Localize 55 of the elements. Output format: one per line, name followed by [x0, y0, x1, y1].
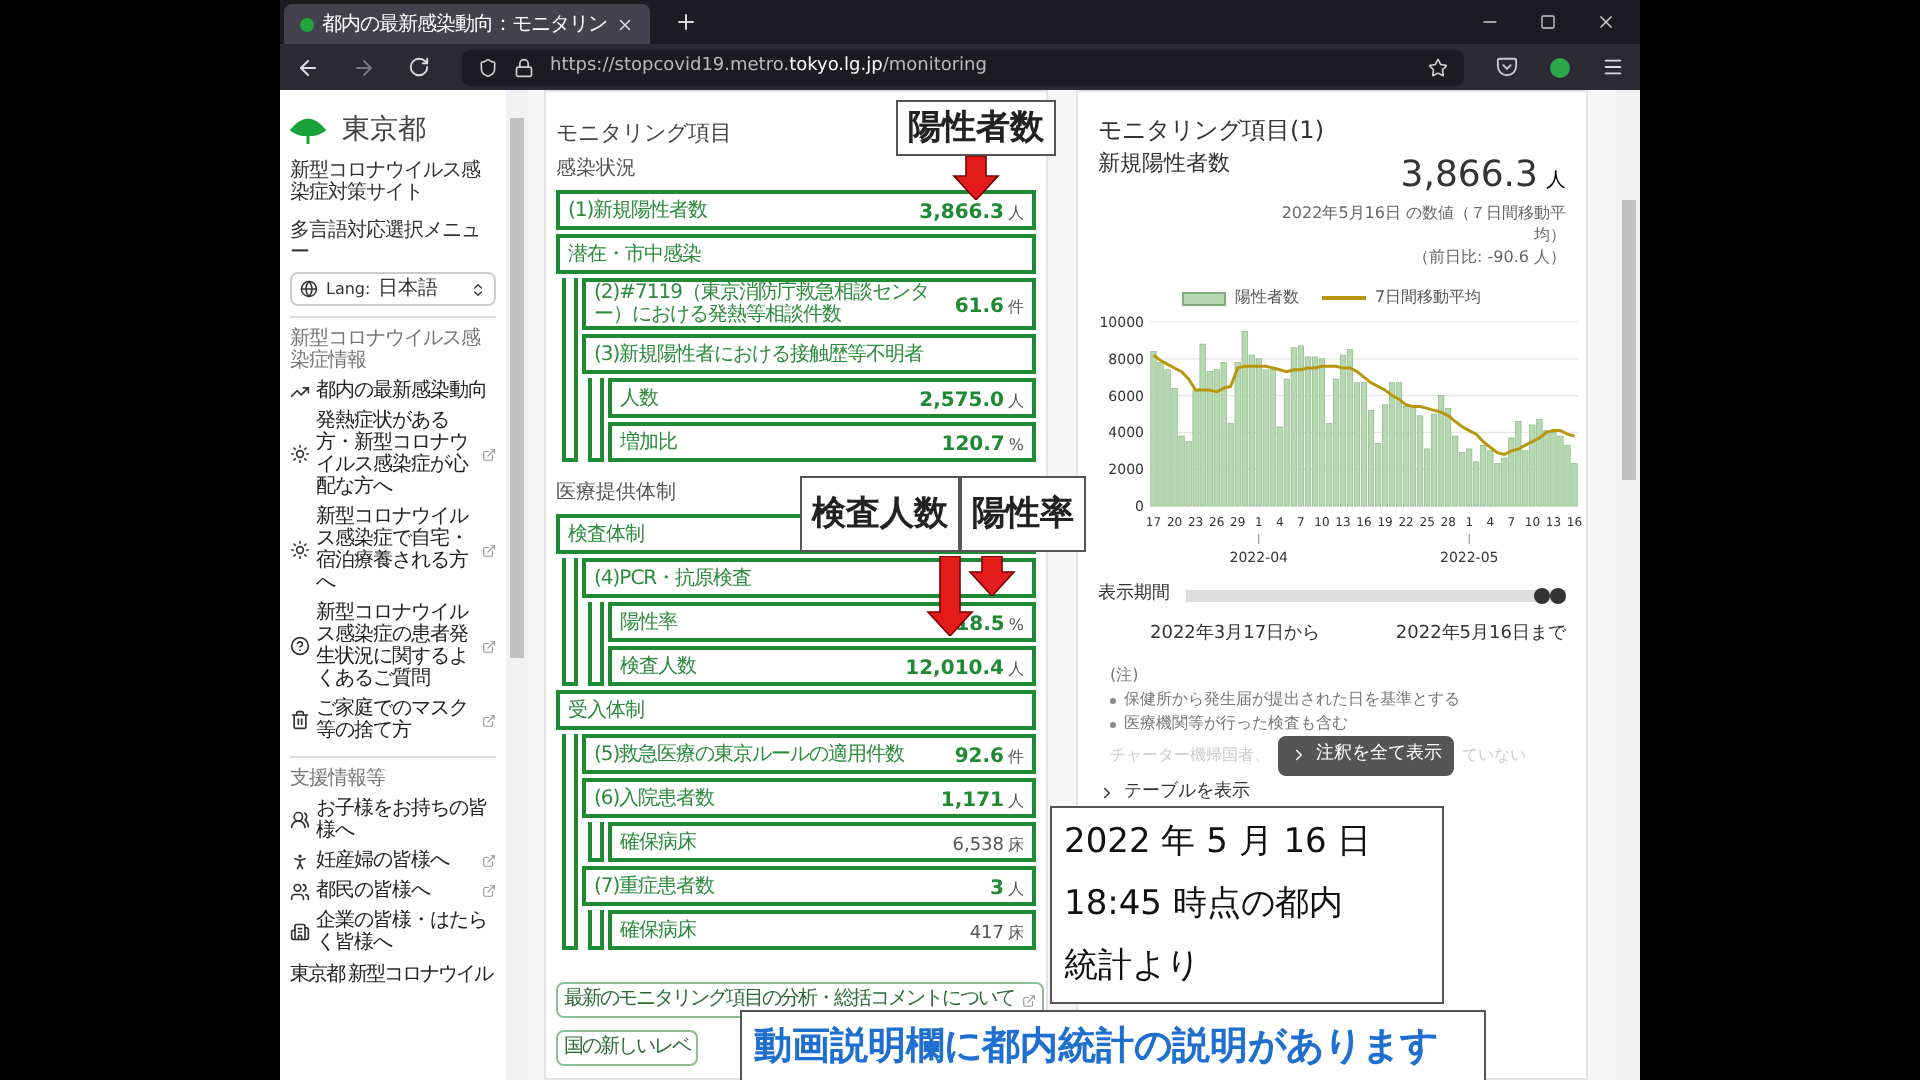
metric-label: (4)PCR・抗原検査	[594, 567, 752, 589]
callout-tooltip: 陽性率	[960, 476, 1086, 552]
metric-label: 確保病床	[620, 831, 696, 853]
metric-label: (1)新規陽性者数	[568, 199, 708, 221]
value-note: 2022年5月16日 の数値（７日間移動平均）	[1279, 202, 1566, 246]
metric-label: 陽性率	[620, 611, 677, 633]
metric-label: 受入体制	[568, 699, 644, 721]
metric-value: 417 床	[969, 921, 1024, 945]
metric-label: 検査体制	[568, 523, 644, 545]
card-title: モニタリング項目(1)	[1098, 114, 1326, 148]
notes-heading: (注)	[1110, 664, 1141, 688]
card-title: モニタリング項目	[556, 120, 732, 148]
note-item: 医療機関等が行った検査も含む	[1124, 712, 1348, 736]
metric-label: (2)#7119（東京消防庁救急相談センター）における発熱等相談件数	[594, 282, 931, 326]
metric-value: 2,575.0 人	[919, 388, 1024, 412]
metric-value: 3 人	[990, 876, 1024, 900]
metric-label: 潜在・市中感染	[568, 243, 701, 265]
callout-tooltip: 陽性者数	[896, 100, 1056, 156]
caption-line: 18:45 時点の都内	[1064, 882, 1345, 928]
metric-value: 120.7 %	[941, 432, 1024, 456]
metric-value: 92.6 件	[954, 744, 1024, 768]
legend-label: 7日間移動平均	[1374, 286, 1482, 310]
legend-label: 陽性者数	[1234, 286, 1299, 310]
banner-tooltip: 動画説明欄に都内統計の説明があります	[740, 1010, 1486, 1080]
period-end: 2022年5月16日まで	[1395, 621, 1566, 647]
change-note: （前日比: -90.6 人）	[1411, 246, 1566, 270]
caption-line: 統計より	[1064, 944, 1202, 990]
metric-value: 3,866.3 人	[1400, 152, 1566, 200]
period-start: 2022年3月17日から	[1150, 621, 1321, 647]
section-heading: 医療提供体制	[556, 482, 676, 506]
metric-label: (7)重症患者数	[594, 875, 715, 897]
metric-value: 12,010.4 人	[905, 656, 1024, 680]
metric-label: (3)新規陽性者における接触歴等不明者	[594, 343, 924, 365]
tab-title: 都内の最新感染動向：モニタリン	[322, 11, 607, 39]
section-heading: 感染状況	[556, 158, 636, 182]
card-subtitle: 新規陽性者数	[1098, 148, 1230, 180]
url-text: https://stopcovid19.metro.tokyo.lg.jp/monitoring	[550, 53, 987, 80]
metric-label: 人数	[620, 387, 658, 409]
language-menu-label: 多言語対応選択メニュー	[290, 220, 482, 264]
section-heading: 新型コロナウイルス感染症情報	[290, 328, 483, 372]
period-label: 表示期間	[1098, 582, 1170, 608]
caption-line: 2022 年 5 月 16 日	[1064, 820, 1374, 866]
site-subtitle: 新型コロナウイルス感染症対策サイト	[290, 160, 483, 204]
section-heading: 支援情報等	[290, 768, 387, 790]
metric-value: 61.6 件	[954, 294, 1024, 318]
metric-label: 確保病床	[620, 919, 696, 941]
metric-label: 検査人数	[620, 655, 696, 677]
callout-tooltip: 検査人数	[800, 476, 960, 552]
metric-label: (6)入院患者数	[594, 787, 715, 809]
metric-value: 3,866.3 人	[919, 200, 1024, 224]
metric-label: 増加比	[620, 431, 677, 453]
note-item: 保健所から発生届が提出された日を基準とする	[1124, 688, 1460, 712]
metric-label: (5)救急医療の東京ルールの適用件数	[594, 743, 905, 765]
metric-value: 1,171 人	[940, 788, 1024, 812]
metric-value: 6,538 床	[952, 833, 1024, 857]
